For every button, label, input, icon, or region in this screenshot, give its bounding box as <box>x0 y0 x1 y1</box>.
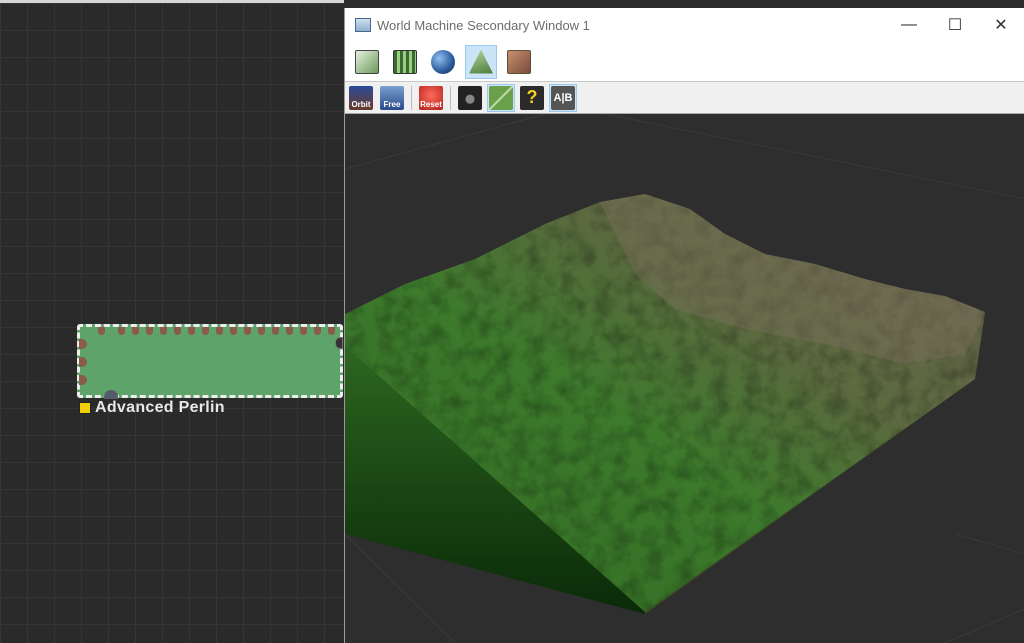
terrain-render <box>345 114 1024 643</box>
globe-view-icon <box>431 49 455 74</box>
secondary-window: World Machine Secondary Window 1 — ☐ ✕ O… <box>344 8 1024 643</box>
node-color-marker[interactable] <box>79 402 91 414</box>
node-port[interactable] <box>300 327 307 335</box>
node-port[interactable] <box>132 327 139 335</box>
help-icon: ? <box>520 85 544 110</box>
node-label-group: Advanced Perlin <box>79 399 225 417</box>
node-input-port[interactable] <box>79 339 87 349</box>
free-button[interactable]: Free <box>378 84 406 112</box>
node-port[interactable] <box>230 327 237 335</box>
node-output-port[interactable] <box>335 337 343 349</box>
minimize-icon: — <box>901 16 917 33</box>
node-input-port[interactable] <box>79 357 87 367</box>
node-port[interactable] <box>118 327 125 335</box>
title-bar[interactable]: World Machine Secondary Window 1 — ☐ ✕ <box>345 8 1024 42</box>
advanced-perlin-node[interactable] <box>77 324 343 399</box>
3d-view-icon <box>469 49 493 74</box>
3d-view-button[interactable] <box>465 44 497 79</box>
help-button[interactable]: ? <box>518 84 546 112</box>
window-title: World Machine Secondary Window 1 <box>377 17 590 33</box>
orbit-icon: Orbit <box>349 85 373 110</box>
tile-view-button[interactable] <box>389 45 421 79</box>
node-port[interactable] <box>328 327 335 335</box>
ab-compare-label: A|B <box>553 91 573 104</box>
reset-button[interactable]: Reset <box>417 84 445 112</box>
node-port[interactable] <box>160 327 167 335</box>
maximize-button[interactable]: ☐ <box>932 8 978 42</box>
wireframe-button[interactable] <box>487 83 515 112</box>
view-mode-toolbar <box>345 42 1024 82</box>
node-port[interactable] <box>202 327 209 335</box>
node-graph-canvas[interactable]: Advanced Perlin <box>0 0 344 643</box>
ab-compare-icon: A|B <box>551 85 575 110</box>
node-port[interactable] <box>258 327 265 335</box>
minimize-button[interactable]: — <box>886 8 932 42</box>
wireframe-icon <box>489 85 513 110</box>
texture-view-icon <box>507 49 531 74</box>
node-input-port[interactable] <box>79 375 87 385</box>
layout-view-button[interactable] <box>351 45 383 79</box>
reset-label: Reset <box>420 99 442 109</box>
maximize-icon: ☐ <box>947 17 963 34</box>
globe-view-button[interactable] <box>427 45 459 79</box>
node-port[interactable] <box>98 327 105 335</box>
texture-view-button[interactable] <box>503 45 535 79</box>
reset-icon: Reset <box>419 85 443 110</box>
node-port[interactable] <box>188 327 195 335</box>
camera-icon <box>458 85 482 110</box>
orbit-button[interactable]: Orbit <box>347 84 375 112</box>
ab-compare-button[interactable]: A|B <box>549 83 577 112</box>
node-port[interactable] <box>244 327 251 335</box>
node-bottom-port[interactable] <box>104 390 118 399</box>
orbit-label: Orbit <box>351 99 371 109</box>
node-port[interactable] <box>146 327 153 335</box>
node-label: Advanced Perlin <box>95 399 225 416</box>
free-label: Free <box>383 99 401 109</box>
node-port[interactable] <box>174 327 181 335</box>
node-port[interactable] <box>314 327 321 335</box>
camera-toolbar: Orbit Free Reset ? A|B <box>345 82 1024 114</box>
node-port[interactable] <box>272 327 279 335</box>
node-port[interactable] <box>286 327 293 335</box>
tile-view-icon <box>393 49 417 74</box>
app-icon <box>355 18 371 32</box>
toolbar-separator <box>450 85 451 110</box>
node-port[interactable] <box>216 327 223 335</box>
3d-viewport[interactable] <box>345 114 1024 643</box>
camera-button[interactable] <box>456 84 484 112</box>
toolbar-separator <box>411 85 412 110</box>
layout-view-icon <box>355 49 379 74</box>
free-icon: Free <box>380 85 404 110</box>
close-button[interactable]: ✕ <box>978 8 1024 42</box>
close-icon: ✕ <box>994 17 1008 34</box>
